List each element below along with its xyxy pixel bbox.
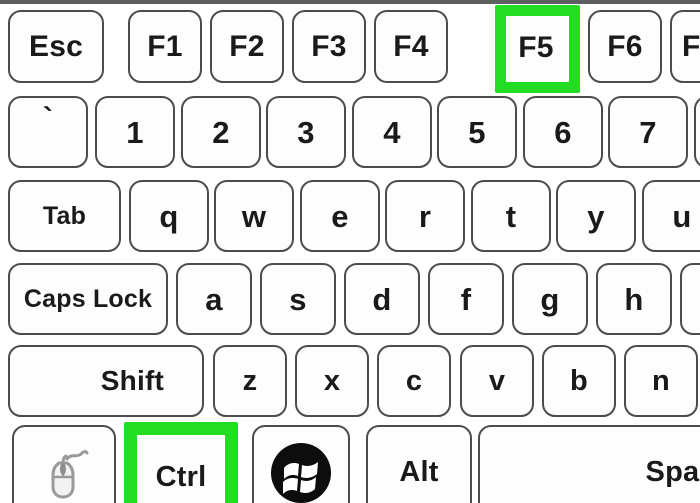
key-3[interactable]: 3	[266, 96, 346, 168]
key-space[interactable]: Space	[478, 425, 700, 503]
key-x[interactable]: x	[295, 345, 369, 417]
key-2[interactable]: 2	[181, 96, 261, 168]
key-n[interactable]: n	[624, 345, 698, 417]
key-f[interactable]: f	[428, 263, 504, 335]
windows-logo-icon	[271, 442, 331, 503]
key-windows[interactable]	[252, 425, 350, 503]
key-c-label: c	[405, 364, 423, 397]
key-g-label: g	[540, 281, 560, 317]
key-f5[interactable]: F5	[499, 9, 573, 87]
key-a-label: a	[205, 281, 223, 317]
key-f1-label: F1	[147, 29, 183, 63]
key-h[interactable]: h	[596, 263, 672, 335]
key-w-label: w	[241, 198, 267, 234]
key-3-label: 3	[297, 114, 315, 150]
key-s[interactable]: s	[260, 263, 336, 335]
key-caps-lock-label: Caps Lock	[23, 284, 153, 313]
key-v[interactable]: v	[460, 345, 534, 417]
key-r[interactable]: r	[385, 180, 465, 252]
keyboard-illustration: Esc F1 F2 F3 F4 F5 F6 F ` 1 2 3 4 5 6 7 …	[0, 0, 700, 503]
key-y-label: y	[587, 198, 605, 234]
key-g[interactable]: g	[512, 263, 588, 335]
key-5-label: 5	[468, 114, 486, 150]
key-w[interactable]: w	[214, 180, 294, 252]
key-mouse[interactable]	[12, 425, 116, 503]
key-space-label: Space	[645, 456, 700, 488]
key-n-label: n	[652, 364, 670, 397]
key-f-label: f	[460, 281, 472, 317]
key-f2-label: F2	[229, 29, 265, 63]
key-f1[interactable]: F1	[128, 10, 202, 83]
key-f7-clipped[interactable]: F	[670, 10, 700, 83]
key-u[interactable]: u	[642, 180, 700, 252]
key-f3-label: F3	[311, 29, 347, 63]
key-caps-lock[interactable]: Caps Lock	[8, 263, 168, 335]
key-esc-label: Esc	[29, 29, 83, 63]
key-t[interactable]: t	[471, 180, 551, 252]
key-1-label: 1	[126, 114, 144, 150]
key-4[interactable]: 4	[352, 96, 432, 168]
top-edge-strip	[0, 0, 700, 4]
key-z[interactable]: z	[213, 345, 287, 417]
key-1[interactable]: 1	[95, 96, 175, 168]
key-alt[interactable]: Alt	[366, 425, 472, 503]
key-8-clipped[interactable]	[694, 96, 700, 168]
key-esc[interactable]: Esc	[8, 10, 104, 83]
key-backtick-label: `	[42, 102, 54, 135]
key-ctrl[interactable]: Ctrl	[137, 435, 225, 503]
key-f2[interactable]: F2	[210, 10, 284, 83]
key-6[interactable]: 6	[523, 96, 603, 168]
key-z-label: z	[242, 364, 258, 397]
key-f4[interactable]: F4	[374, 10, 448, 83]
key-e[interactable]: e	[300, 180, 380, 252]
key-backtick[interactable]: `	[8, 96, 88, 168]
key-7[interactable]: 7	[608, 96, 688, 168]
key-y[interactable]: y	[556, 180, 636, 252]
key-q[interactable]: q	[129, 180, 209, 252]
key-6-label: 6	[554, 114, 572, 150]
mouse-icon	[51, 449, 89, 499]
key-shift-label: Shift	[100, 365, 164, 396]
key-f4-label: F4	[393, 29, 429, 63]
key-b[interactable]: b	[542, 345, 616, 417]
key-ctrl-label: Ctrl	[155, 461, 207, 493]
key-4-label: 4	[383, 114, 401, 150]
key-c[interactable]: c	[377, 345, 451, 417]
key-tab-label: Tab	[42, 201, 87, 230]
key-q-label: q	[159, 198, 179, 234]
key-b-label: b	[570, 364, 588, 397]
key-alt-label: Alt	[399, 456, 439, 488]
key-j-clipped[interactable]	[680, 263, 700, 335]
key-f6-label: F6	[607, 29, 643, 63]
key-t-label: t	[505, 198, 517, 234]
key-f5-label: F5	[518, 31, 554, 64]
key-u-label: u	[672, 198, 692, 234]
key-7-label: 7	[639, 114, 657, 150]
key-v-label: v	[488, 364, 506, 397]
key-f3[interactable]: F3	[292, 10, 366, 83]
key-d-label: d	[372, 281, 392, 317]
key-a[interactable]: a	[176, 263, 252, 335]
key-tab[interactable]: Tab	[8, 180, 121, 252]
key-f7-clipped-label: F	[682, 29, 700, 63]
key-d[interactable]: d	[344, 263, 420, 335]
key-e-label: e	[331, 198, 349, 234]
key-2-label: 2	[212, 114, 230, 150]
key-5[interactable]: 5	[437, 96, 517, 168]
key-x-label: x	[323, 364, 341, 397]
key-r-label: r	[418, 198, 432, 234]
key-h-label: h	[624, 281, 644, 317]
key-s-label: s	[289, 281, 307, 317]
key-shift[interactable]: Shift	[8, 345, 204, 417]
key-f6[interactable]: F6	[588, 10, 662, 83]
